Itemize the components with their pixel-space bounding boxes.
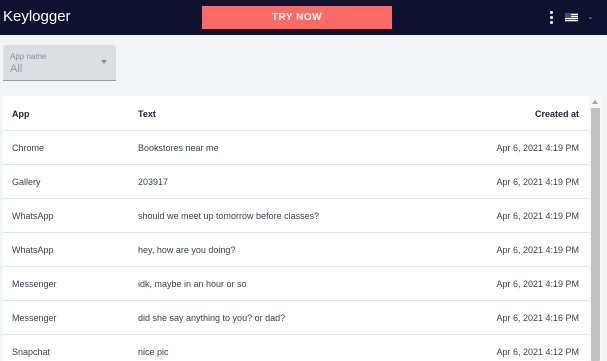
cell-created-at: Apr 6, 2021 4:19 PM (496, 245, 579, 255)
cell-created-at: Apr 6, 2021 4:19 PM (496, 177, 579, 187)
scrollbar-thumb[interactable] (591, 108, 600, 361)
cell-app: WhatsApp (12, 211, 54, 221)
table-row[interactable]: Messenger did she say anything to you? o… (3, 301, 589, 335)
table-row[interactable]: Gallery 203917 Apr 6, 2021 4:19 PM (3, 165, 589, 199)
cell-created-at: Apr 6, 2021 4:19 PM (496, 211, 579, 221)
try-now-button[interactable]: TRY NOW (202, 6, 392, 29)
cell-created-at: Apr 6, 2021 4:19 PM (496, 143, 579, 153)
table-row[interactable]: Messenger idk, maybe in an hour or so Ap… (3, 267, 589, 301)
cell-app: Chrome (12, 143, 45, 153)
cell-app: Gallery (12, 177, 41, 187)
more-vertical-icon[interactable] (547, 10, 555, 26)
us-flag-icon[interactable] (565, 13, 578, 22)
dropdown-arrow-icon (101, 60, 107, 64)
table-header: App Text Created at (3, 96, 589, 131)
column-header-text[interactable]: Text (138, 109, 156, 119)
app-title: Keylogger (3, 8, 71, 25)
table-scrollbar[interactable] (589, 96, 602, 361)
app-name-select[interactable]: App name All (3, 45, 116, 81)
cell-text: nice pic (138, 347, 169, 357)
table-row[interactable]: Snapchat nice pic Apr 6, 2021 4:12 PM (3, 335, 589, 361)
keylog-table: App Text Created at Chrome Bookstores ne… (3, 96, 589, 361)
column-header-app[interactable]: App (12, 109, 30, 119)
table-row[interactable]: WhatsApp hey, how are you doing? Apr 6, … (3, 233, 589, 267)
cell-text: Bookstores near me (138, 143, 219, 153)
cell-text: should we meet up tomorrow before classe… (138, 211, 320, 221)
cell-app: Snapchat (12, 347, 51, 357)
cell-created-at: Apr 6, 2021 4:16 PM (496, 313, 579, 323)
scroll-up-icon[interactable] (592, 100, 598, 104)
app-name-value: All (10, 63, 23, 75)
top-app-bar: Keylogger TRY NOW ⌄ (0, 0, 607, 35)
cell-created-at: Apr 6, 2021 4:12 PM (496, 347, 579, 357)
cell-text: idk, maybe in an hour or so (138, 279, 247, 289)
column-header-created-at[interactable]: Created at (535, 109, 579, 119)
chevron-down-icon[interactable]: ⌄ (587, 12, 594, 21)
cell-app: WhatsApp (12, 245, 54, 255)
table-row[interactable]: Chrome Bookstores near me Apr 6, 2021 4:… (3, 131, 589, 165)
cell-app: Messenger (12, 279, 57, 289)
cell-text: 203917 (138, 177, 169, 187)
cell-text: hey, how are you doing? (138, 245, 236, 255)
app-name-label: App name (10, 52, 47, 61)
cell-text: did she say anything to you? or dad? (138, 313, 286, 323)
table-row[interactable]: WhatsApp should we meet up tomorrow befo… (3, 199, 589, 233)
cell-app: Messenger (12, 313, 57, 323)
cell-created-at: Apr 6, 2021 4:19 PM (496, 279, 579, 289)
